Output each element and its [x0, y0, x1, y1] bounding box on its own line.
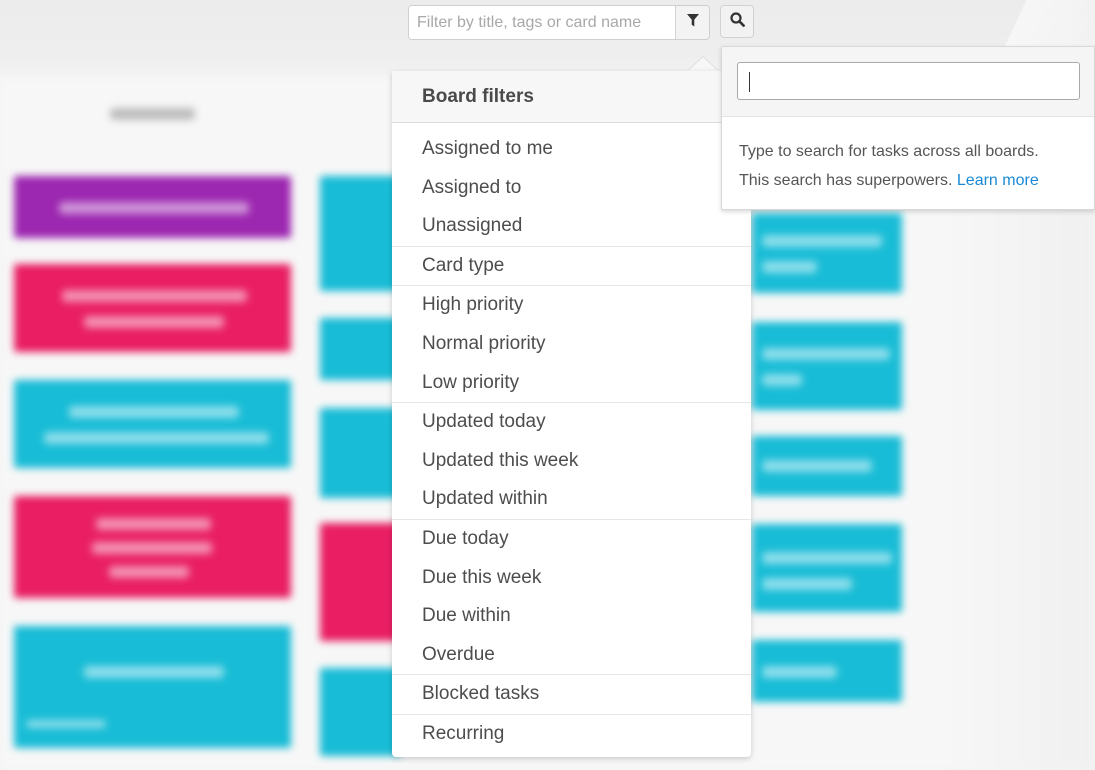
filter-item-normal-priority[interactable]: Normal priority: [392, 325, 751, 364]
funnel-icon: [686, 13, 699, 32]
filter-group: Card type: [392, 247, 751, 287]
board-card[interactable]: [320, 668, 400, 756]
board-card[interactable]: [752, 640, 902, 702]
board-card[interactable]: [14, 264, 291, 352]
board-card[interactable]: [320, 523, 400, 641]
column-title: [110, 108, 195, 120]
filter-item-updated-this-week[interactable]: Updated this week: [392, 442, 751, 481]
filter-item-unassigned[interactable]: Unassigned: [392, 207, 751, 246]
text-cursor: [749, 72, 750, 92]
learn-more-link[interactable]: Learn more: [957, 172, 1039, 189]
filter-item-recurring[interactable]: Recurring: [392, 715, 751, 754]
dropdown-caret: [688, 57, 718, 71]
filter-group: Updated today Updated this week Updated wi…: [392, 403, 751, 520]
global-search-input[interactable]: [737, 62, 1080, 100]
filter-toggle-button[interactable]: [675, 6, 709, 39]
search-help-line1: Type to search for tasks across all boar…: [739, 143, 1039, 160]
global-search-button[interactable]: [720, 5, 754, 38]
board-filters-dropdown: Board filters Assigned to me Assigned to U…: [392, 71, 751, 757]
board-card[interactable]: [14, 496, 291, 598]
filter-item-assigned-to[interactable]: Assigned to: [392, 169, 751, 208]
filter-item-overdue[interactable]: Overdue: [392, 636, 751, 675]
board-card[interactable]: [752, 213, 902, 293]
filter-item-low-priority[interactable]: Low priority: [392, 364, 751, 403]
board-filters-list: Assigned to me Assigned to Unassigned Card …: [392, 123, 751, 754]
filter-item-assigned-to-me[interactable]: Assigned to me: [392, 130, 751, 169]
filter-item-due-within[interactable]: Due within: [392, 597, 751, 636]
filter-group: Blocked tasks: [392, 675, 751, 715]
board-card[interactable]: [14, 626, 291, 748]
filter-item-due-this-week[interactable]: Due this week: [392, 559, 751, 598]
filter-item-updated-within[interactable]: Updated within: [392, 480, 751, 519]
board-card[interactable]: [14, 380, 291, 468]
global-search-panel: Type to search for tasks across all boar…: [721, 46, 1095, 210]
board-card[interactable]: [320, 176, 400, 291]
board-card[interactable]: [14, 176, 291, 238]
filter-group: Assigned to me Assigned to Unassigned: [392, 130, 751, 247]
filter-group: High priority Normal priority Low priority: [392, 286, 751, 404]
board-card[interactable]: [752, 322, 902, 410]
filter-item-due-today[interactable]: Due today: [392, 520, 751, 559]
board-card[interactable]: [320, 408, 400, 498]
board-card[interactable]: [320, 318, 400, 380]
board-card[interactable]: [752, 436, 902, 496]
filter-group: Recurring: [392, 715, 751, 754]
filter-group: Due today Due this week Due within Overdue: [392, 520, 751, 676]
filter-item-updated-today[interactable]: Updated today: [392, 403, 751, 442]
filter-item-high-priority[interactable]: High priority: [392, 286, 751, 325]
search-help-line2: This search has superpowers. Learn more: [739, 172, 1039, 189]
board-card[interactable]: [752, 524, 902, 612]
board-filter-group: [408, 5, 710, 40]
filter-item-blocked-tasks[interactable]: Blocked tasks: [392, 675, 751, 714]
search-help-text: Type to search for tasks across all boar…: [722, 117, 1094, 195]
magnifier-icon: [729, 11, 745, 32]
board-filters-title: Board filters: [392, 71, 751, 123]
board-filter-input[interactable]: [409, 6, 675, 39]
filter-item-card-type[interactable]: Card type: [392, 247, 751, 286]
